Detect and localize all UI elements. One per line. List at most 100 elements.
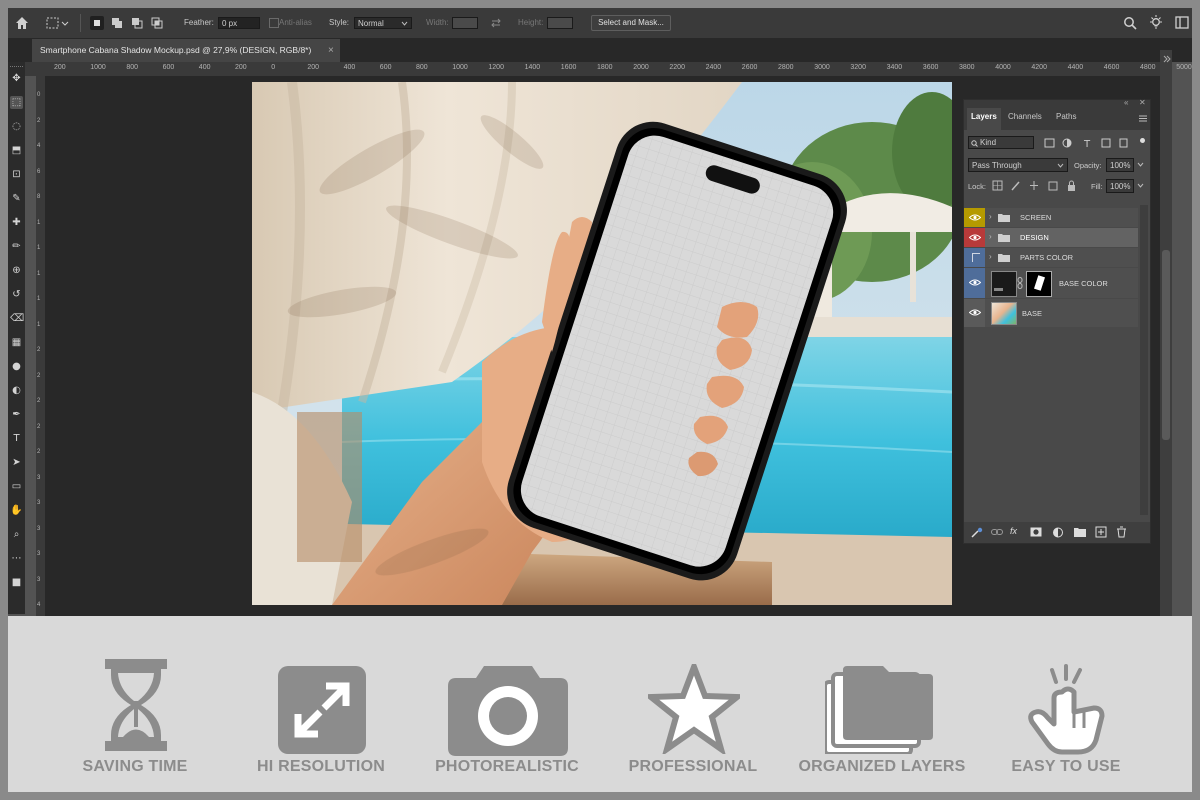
collapse-panel-icon[interactable]: « xyxy=(1124,98,1128,107)
layer-visibility-toggle[interactable] xyxy=(964,208,985,227)
ruler-tick-label: 2600 xyxy=(741,64,758,71)
adjustment-layer-icon[interactable] xyxy=(1052,527,1064,538)
add-selection-icon[interactable] xyxy=(110,16,124,30)
ruler-tick-label: 3200 xyxy=(850,64,866,71)
discover-lightbulb-icon[interactable] xyxy=(1148,14,1164,31)
layers-scrollbar[interactable] xyxy=(1140,205,1148,515)
blur-tool-icon[interactable]: ● xyxy=(10,360,23,373)
app-window: Feather: 0 px Anti-alias Style: Normal W… xyxy=(8,8,1192,792)
ruler-tick-label: 2400 xyxy=(705,64,722,71)
new-group-icon[interactable] xyxy=(1074,527,1086,537)
tab-layers[interactable]: Layers xyxy=(971,112,997,121)
chevron-down-icon[interactable] xyxy=(1137,183,1144,189)
chain-link-icon[interactable] xyxy=(1017,277,1023,289)
crop-tool-icon[interactable]: ⊡ xyxy=(10,168,23,181)
lasso-tool-icon[interactable]: ◌ xyxy=(10,120,23,133)
style-select[interactable]: Normal xyxy=(354,17,412,29)
layer-visibility-toggle[interactable] xyxy=(964,248,985,267)
chevron-right-icon[interactable]: › xyxy=(989,212,992,221)
new-selection-button[interactable] xyxy=(90,16,104,30)
close-panel-icon[interactable]: ✕ xyxy=(1139,98,1146,107)
path-select-tool-icon[interactable]: ➤ xyxy=(10,456,23,469)
add-mask-icon[interactable] xyxy=(1030,527,1042,537)
ruler-tick-label: 1400 xyxy=(524,64,541,71)
type-tool-icon[interactable]: T xyxy=(10,432,23,445)
eyedropper-tool-icon[interactable]: ✎ xyxy=(10,192,23,205)
color-swatches-icon[interactable]: ■ xyxy=(10,576,23,589)
pen-tool-icon[interactable]: ✒ xyxy=(10,408,23,421)
canvas-scrollbar[interactable] xyxy=(1160,50,1172,616)
chain-icon[interactable] xyxy=(991,528,1003,536)
width-input[interactable] xyxy=(452,17,478,29)
move-tool-icon[interactable]: ✥ xyxy=(10,72,23,85)
eraser-tool-icon[interactable]: ⌫ xyxy=(10,312,24,325)
gradient-tool-icon[interactable]: ▦ xyxy=(10,336,23,349)
eye-icon xyxy=(969,234,981,241)
object-select-tool-icon[interactable]: ⬒ xyxy=(10,144,23,157)
chevron-down-icon[interactable] xyxy=(1137,162,1144,168)
ruler-tick-label: 2 xyxy=(37,398,41,404)
clone-stamp-icon[interactable]: ⊕ xyxy=(10,264,23,277)
marquee-tool-preset-icon[interactable] xyxy=(46,16,70,30)
layer-visibility-toggle[interactable] xyxy=(964,299,985,327)
panel-menu-icon[interactable] xyxy=(1139,115,1147,122)
healing-brush-icon[interactable]: ✚ xyxy=(10,216,23,229)
kind-filter-select[interactable]: Kind xyxy=(968,136,1034,149)
intersect-selection-icon[interactable] xyxy=(150,16,164,30)
ruler-tick-label: 400 xyxy=(198,64,211,71)
history-brush-icon[interactable]: ↺ xyxy=(10,288,23,301)
layer-row-screen[interactable]: › SCREEN xyxy=(964,208,1138,227)
height-input[interactable] xyxy=(547,17,573,29)
opacity-input[interactable]: 100% xyxy=(1106,158,1134,172)
ruler-tick-label: 2 xyxy=(37,347,41,353)
swap-arrows-icon[interactable] xyxy=(490,17,502,29)
anti-alias-checkbox[interactable] xyxy=(269,18,279,28)
layer-mask-thumbnail[interactable] xyxy=(1026,271,1052,297)
scrollbar-thumb[interactable] xyxy=(1162,250,1170,440)
document-tab[interactable]: Smartphone Cabana Shadow Mockup.psd @ 27… xyxy=(32,39,340,62)
ruler-tick-label: 600 xyxy=(379,64,392,71)
tab-paths[interactable]: Paths xyxy=(1056,112,1076,121)
tab-channels[interactable]: Channels xyxy=(1008,112,1042,121)
ruler-tick-label: 200 xyxy=(307,64,320,71)
ruler-tick-label: 1 xyxy=(37,270,41,277)
feather-input[interactable]: 0 px xyxy=(218,17,260,29)
blend-mode-select[interactable]: Pass Through xyxy=(968,158,1068,172)
link-layers-icon[interactable] xyxy=(970,527,984,539)
select-and-mask-button[interactable]: Select and Mask... xyxy=(591,15,671,31)
dodge-tool-icon[interactable]: ◐ xyxy=(10,384,23,397)
fill-input[interactable]: 100% xyxy=(1106,179,1134,193)
shape-tool-icon[interactable]: ▭ xyxy=(10,480,23,493)
marquee-tool-icon[interactable]: ⬚ xyxy=(10,96,23,109)
layer-visibility-toggle[interactable] xyxy=(964,268,985,298)
hand-tool-icon[interactable]: ✋ xyxy=(10,504,23,517)
layer-row-base[interactable]: BASE xyxy=(964,299,1138,327)
ruler-tick-label: 1600 xyxy=(560,64,577,71)
trash-icon[interactable] xyxy=(1116,526,1127,538)
brush-tool-icon[interactable]: ✏ xyxy=(10,240,23,253)
layer-row-design[interactable]: › DESIGN xyxy=(964,228,1138,247)
filter-icons[interactable]: T xyxy=(1044,137,1136,149)
layer-visibility-toggle[interactable] xyxy=(964,228,985,247)
expand-icon xyxy=(278,666,366,754)
subtract-selection-icon[interactable] xyxy=(130,16,144,30)
layer-row-parts-color[interactable]: › PARTS COLOR xyxy=(964,248,1138,267)
search-icon[interactable] xyxy=(1123,16,1137,30)
workspace-icon[interactable] xyxy=(1175,16,1189,30)
new-layer-icon[interactable] xyxy=(1095,526,1107,538)
ruler-tick-label: 3 xyxy=(37,576,41,583)
fx-icon[interactable]: fx xyxy=(1010,526,1017,536)
ruler-tick-label: 4200 xyxy=(1031,64,1047,71)
filter-toggle[interactable] xyxy=(1140,138,1145,143)
toolbar-grip[interactable] xyxy=(10,62,23,67)
document-tab-close-button[interactable]: × xyxy=(328,39,334,62)
chevron-right-icon[interactable]: › xyxy=(989,232,992,241)
lock-icons[interactable] xyxy=(992,180,1077,192)
eye-icon xyxy=(969,214,981,221)
layer-row-base-color[interactable]: BASE COLOR xyxy=(964,268,1138,298)
zoom-tool-icon[interactable]: ⌕ xyxy=(10,528,23,541)
panel-collapse-icon[interactable] xyxy=(1162,54,1172,64)
chevron-right-icon[interactable]: › xyxy=(989,252,992,261)
more-tools-icon[interactable]: ⋯ xyxy=(10,552,23,565)
home-icon[interactable] xyxy=(14,15,30,31)
